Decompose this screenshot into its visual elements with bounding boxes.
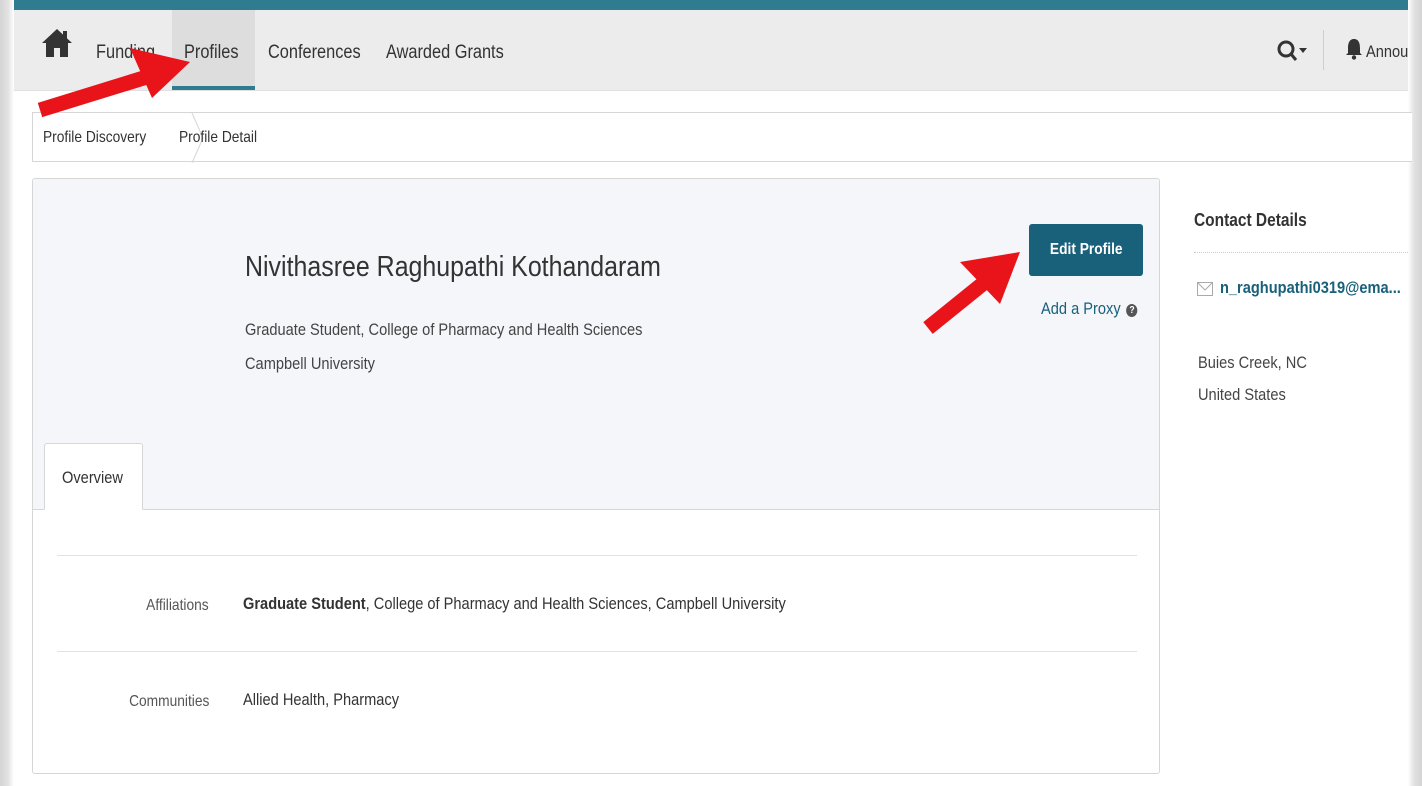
contact-details-title: Contact Details [1194, 210, 1307, 230]
communities-value: Allied Health, Pharmacy [243, 690, 400, 709]
row-divider [57, 555, 1137, 556]
nav-announcements[interactable]: Annou [1366, 42, 1408, 62]
contact-email-link[interactable]: n_raghupathi0319@ema... [1220, 278, 1401, 298]
breadcrumb-profile-discovery[interactable]: Profile Discovery [43, 129, 146, 147]
nav-funding[interactable]: Funding [96, 42, 155, 64]
top-accent-bar [14, 0, 1408, 10]
contact-divider [1194, 252, 1408, 253]
bell-icon[interactable] [1345, 38, 1363, 60]
contact-city: Buies Creek, NC [1198, 353, 1307, 372]
add-proxy-label: Add a Proxy [1041, 299, 1121, 318]
help-icon[interactable]: ? [1126, 304, 1138, 317]
tab-overview[interactable]: Overview [44, 443, 143, 510]
affiliations-label-text: Affiliations [146, 597, 209, 614]
nav-profiles[interactable]: Profiles [184, 42, 238, 64]
top-navbar: Funding Profiles Conferences Awarded Gra… [14, 10, 1408, 91]
profile-header: Nivithasree Raghupathi Kothandaram Gradu… [33, 179, 1159, 510]
contact-country: United States [1198, 385, 1286, 404]
affiliations-rest: , College of Pharmacy and Health Science… [365, 594, 786, 613]
communities-label: Communities [33, 693, 209, 711]
tab-overview-label: Overview [62, 468, 123, 487]
search-icon[interactable] [1276, 38, 1310, 64]
profile-card: Nivithasree Raghupathi Kothandaram Gradu… [32, 178, 1160, 774]
nav-awarded-grants[interactable]: Awarded Grants [386, 42, 504, 64]
row-divider [57, 651, 1137, 652]
edit-profile-button[interactable]: Edit Profile [1029, 224, 1143, 276]
communities-label-text: Communities [128, 693, 209, 710]
profile-name: Nivithasree Raghupathi Kothandaram [245, 251, 661, 283]
affiliations-value: Graduate Student, College of Pharmacy an… [243, 594, 786, 614]
edit-profile-label: Edit Profile [1049, 241, 1123, 258]
mail-icon [1197, 282, 1213, 296]
breadcrumb-profile-detail: Profile Detail [179, 129, 258, 146]
profile-institution: Campbell University [245, 354, 376, 373]
profile-title: Graduate Student, College of Pharmacy an… [245, 320, 643, 339]
breadcrumb: Profile Discovery Profile Detail [32, 112, 1412, 163]
affiliations-label: Affiliations [33, 597, 209, 615]
nav-conferences[interactable]: Conferences [268, 42, 361, 64]
affiliations-role: Graduate Student [243, 594, 366, 613]
add-proxy-link[interactable]: Add a Proxy ? [1041, 299, 1138, 319]
nav-divider [1323, 30, 1324, 70]
home-icon[interactable] [40, 26, 74, 60]
